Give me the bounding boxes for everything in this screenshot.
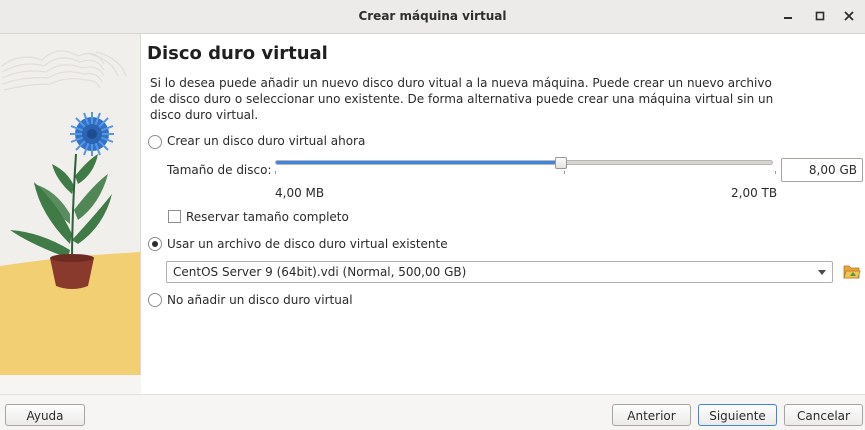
close-icon[interactable]	[841, 8, 857, 24]
disk-size-label: Tamaño de disco:	[167, 163, 272, 177]
create-new-disk-label[interactable]: Crear un disco duro virtual ahora	[167, 134, 365, 148]
back-button[interactable]: Anterior	[612, 404, 691, 426]
page-title: Disco duro virtual	[147, 43, 328, 64]
maximize-icon[interactable]	[812, 8, 828, 24]
radio-selected-dot	[152, 241, 158, 247]
help-button[interactable]: Ayuda	[5, 404, 85, 426]
existing-disk-combobox[interactable]: CentOS Server 9 (64bit).vdi (Normal, 500…	[166, 261, 833, 283]
chevron-down-icon	[818, 270, 826, 275]
page-description: Si lo desea puede añadir un nuevo disco …	[150, 76, 774, 122]
slider-tick	[564, 171, 565, 174]
plant-illustration	[0, 34, 141, 375]
existing-disk-selected-value: CentOS Server 9 (64bit).vdi (Normal, 500…	[173, 265, 467, 279]
slider-min-label: 4,00 MB	[275, 186, 325, 200]
next-button[interactable]: Siguiente	[698, 404, 777, 426]
cancel-button[interactable]: Cancelar	[784, 404, 863, 426]
reserve-full-size-checkbox[interactable]	[168, 210, 181, 223]
create-new-disk-radio[interactable]	[148, 135, 162, 149]
folder-open-icon[interactable]	[843, 263, 861, 280]
disk-size-input[interactable]: 8,00 GB	[781, 158, 863, 182]
reserve-full-size-label[interactable]: Reservar tamaño completo	[186, 210, 349, 224]
slider-tick	[275, 171, 276, 174]
use-existing-disk-radio[interactable]	[148, 237, 162, 251]
window-title: Crear máquina virtual	[358, 9, 507, 23]
disk-size-slider-track[interactable]	[275, 160, 773, 165]
title-bar: Crear máquina virtual	[0, 0, 865, 34]
use-existing-disk-label[interactable]: Usar un archivo de disco duro virtual ex…	[167, 237, 448, 251]
disk-size-slider-fill	[276, 161, 562, 164]
disk-size-slider-handle[interactable]	[555, 157, 568, 169]
no-disk-label[interactable]: No añadir un disco duro virtual	[167, 293, 353, 307]
slider-max-label: 2,00 TB	[731, 186, 778, 200]
no-disk-radio[interactable]	[148, 293, 162, 307]
minimize-icon[interactable]	[780, 8, 796, 24]
slider-tick	[775, 171, 776, 174]
